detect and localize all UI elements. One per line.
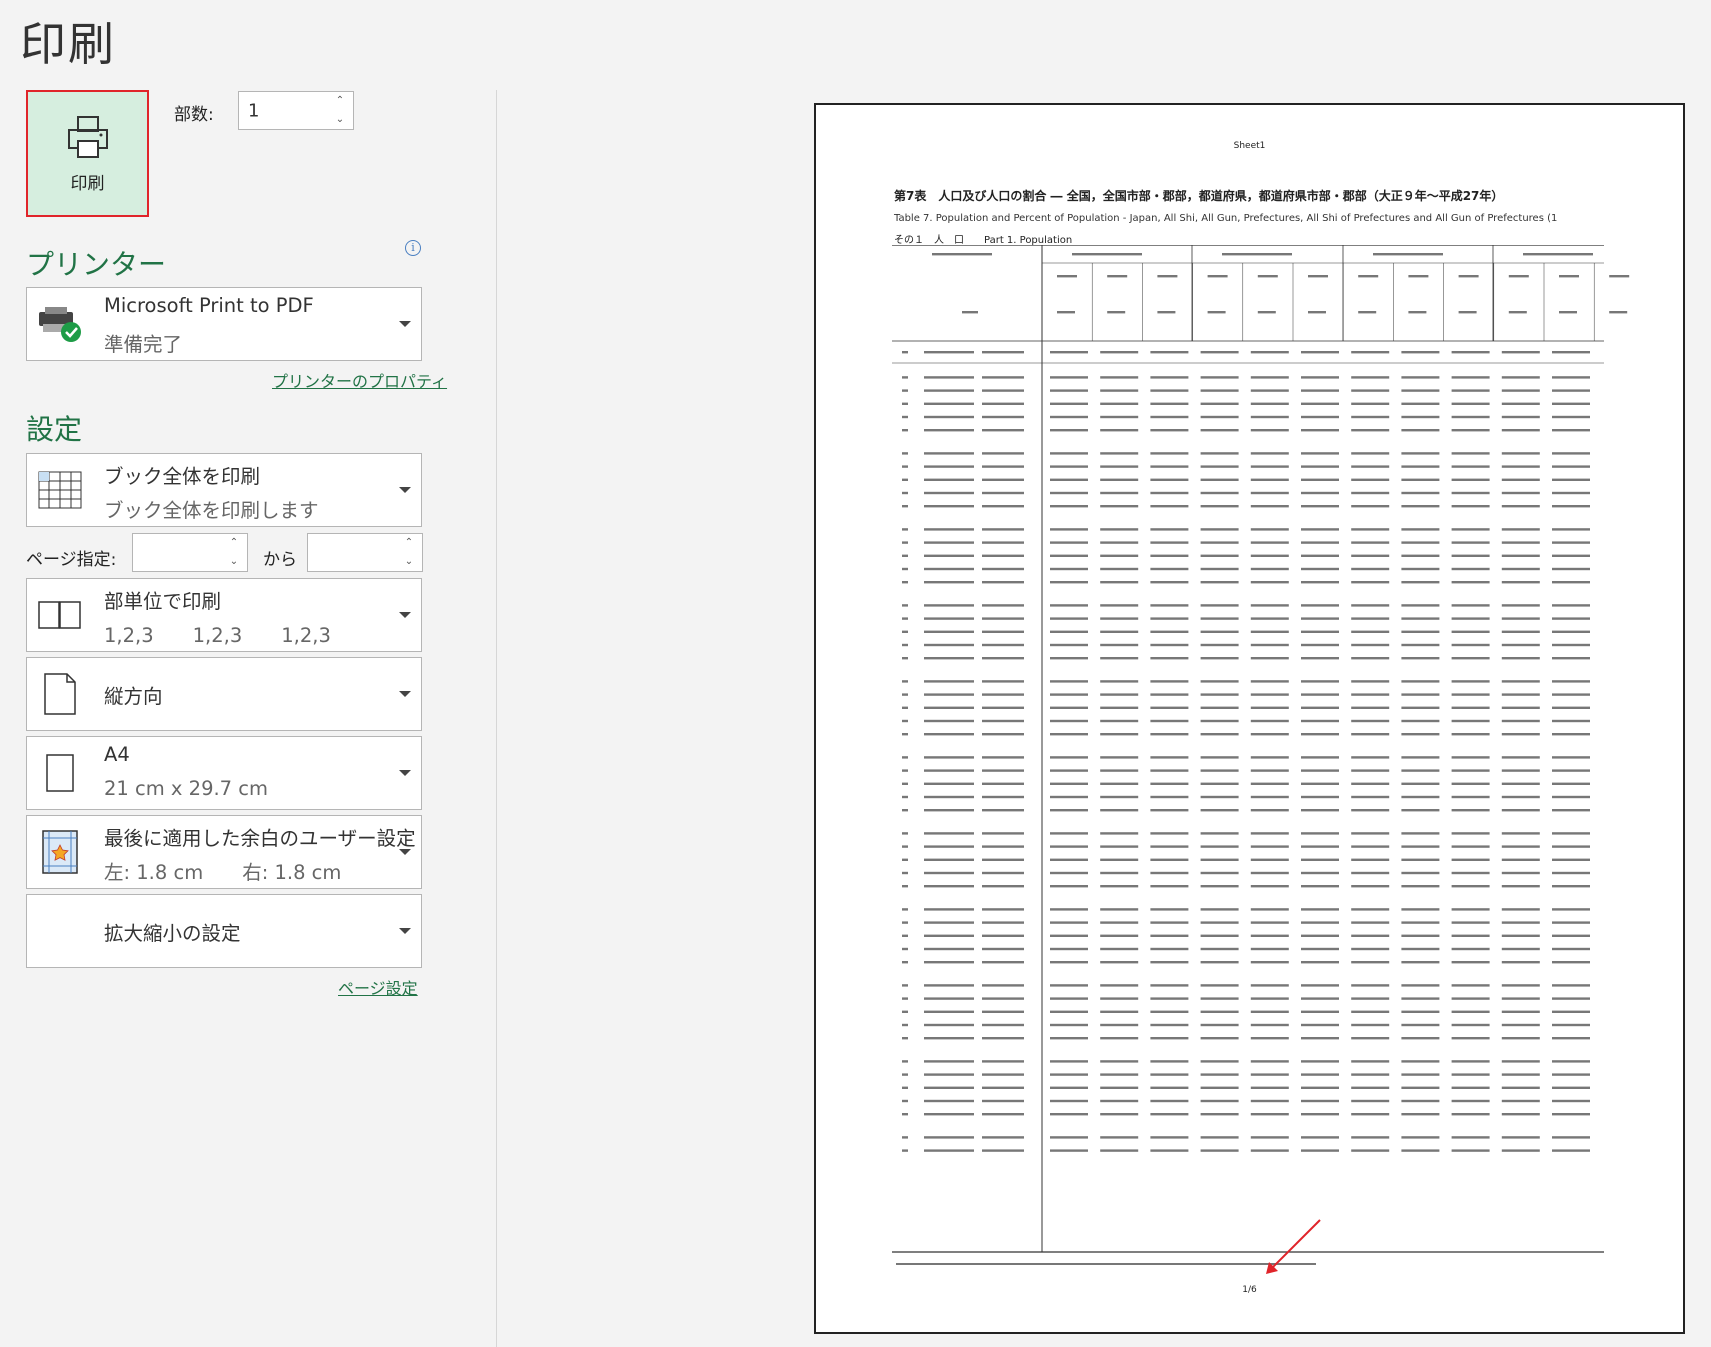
panel-divider [496, 90, 497, 1347]
pages-to-label: から [263, 550, 297, 570]
pages-label: ページ指定: [26, 550, 117, 570]
spin-down-icon[interactable]: ⌄ [405, 557, 413, 567]
paper-size-dropdown[interactable]: A4 21 cm x 29.7 cm [26, 736, 422, 810]
page-title: 印刷 [20, 17, 116, 71]
chevron-down-icon [399, 770, 411, 776]
printer-icon [67, 116, 108, 158]
chevron-down-icon [399, 691, 411, 697]
margins-dropdown[interactable]: 最後に適用した余白のユーザー設定 左: 1.8 cm 右: 1.8 cm [26, 815, 422, 889]
spin-down-icon[interactable]: ⌄ [336, 115, 344, 125]
print-preview-page: Sheet1 第7表 人口及び人口の割合 ― 全国，全国市部・郡部，都道府県，都… [814, 103, 1685, 1334]
printer-heading: プリンター [26, 248, 167, 281]
spin-up-icon[interactable]: ⌃ [336, 96, 344, 106]
print-button[interactable]: 印刷 [26, 90, 149, 217]
paper-size-desc: 21 cm x 29.7 cm [104, 777, 268, 800]
page-number: 1/6 [1242, 1285, 1257, 1295]
printer-properties-link[interactable]: プリンターのプロパティ [272, 368, 447, 392]
pages-from-input[interactable]: ⌃ ⌄ [132, 533, 248, 572]
collated-pages-icon [35, 591, 85, 639]
chevron-down-icon [399, 849, 411, 855]
paper-size-label: A4 [104, 743, 130, 766]
printer-name: Microsoft Print to PDF [104, 294, 314, 317]
scaling-label: 拡大縮小の設定 [104, 922, 241, 945]
copies-stepper[interactable]: 1 ⌃ ⌄ [238, 91, 354, 130]
custom-margins-icon [35, 828, 85, 876]
spin-down-icon[interactable]: ⌄ [230, 557, 238, 567]
paper-size-icon [35, 749, 85, 797]
orientation-label: 縦方向 [104, 685, 163, 708]
margins-label: 最後に適用した余白のユーザー設定 [104, 827, 416, 850]
printer-ready-icon [35, 300, 85, 348]
print-range-desc: ブック全体を印刷します [104, 499, 319, 522]
printer-status: 準備完了 [104, 333, 183, 356]
chevron-down-icon [399, 321, 411, 327]
print-range-label: ブック全体を印刷 [104, 465, 261, 488]
margins-desc: 左: 1.8 cm 右: 1.8 cm [104, 861, 342, 884]
copies-value: 1 [248, 100, 260, 121]
workbook-grid-icon [35, 466, 85, 514]
chevron-down-icon [399, 487, 411, 493]
print-settings-panel: 印刷 印刷 部数: 1 ⌃ ⌄ プリンター i Microsoft Print t… [0, 0, 500, 1347]
spin-up-icon[interactable]: ⌃ [405, 538, 413, 548]
chevron-down-icon [399, 612, 411, 618]
collation-dropdown[interactable]: 部単位で印刷 1,2,3 1,2,3 1,2,3 [26, 578, 422, 652]
portrait-page-icon [35, 670, 85, 718]
collation-desc: 1,2,3 1,2,3 1,2,3 [104, 624, 331, 647]
printer-dropdown[interactable]: Microsoft Print to PDF 準備完了 [26, 287, 422, 361]
print-button-label: 印刷 [70, 174, 105, 194]
copies-label: 部数: [174, 105, 214, 125]
red-arrow-annotation [1266, 1219, 1321, 1274]
chevron-down-icon [399, 928, 411, 934]
orientation-dropdown[interactable]: 縦方向 [26, 657, 422, 731]
pages-to-input[interactable]: ⌃ ⌄ [307, 533, 423, 572]
settings-heading: 設定 [26, 413, 83, 446]
spin-up-icon[interactable]: ⌃ [230, 538, 238, 548]
page-setup-link[interactable]: ページ設定 [338, 975, 418, 999]
info-icon[interactable]: i [405, 240, 421, 256]
scaling-dropdown[interactable]: 拡大縮小の設定 [26, 894, 422, 968]
collation-label: 部単位で印刷 [104, 590, 222, 613]
print-range-dropdown[interactable]: ブック全体を印刷 ブック全体を印刷します [26, 453, 422, 527]
